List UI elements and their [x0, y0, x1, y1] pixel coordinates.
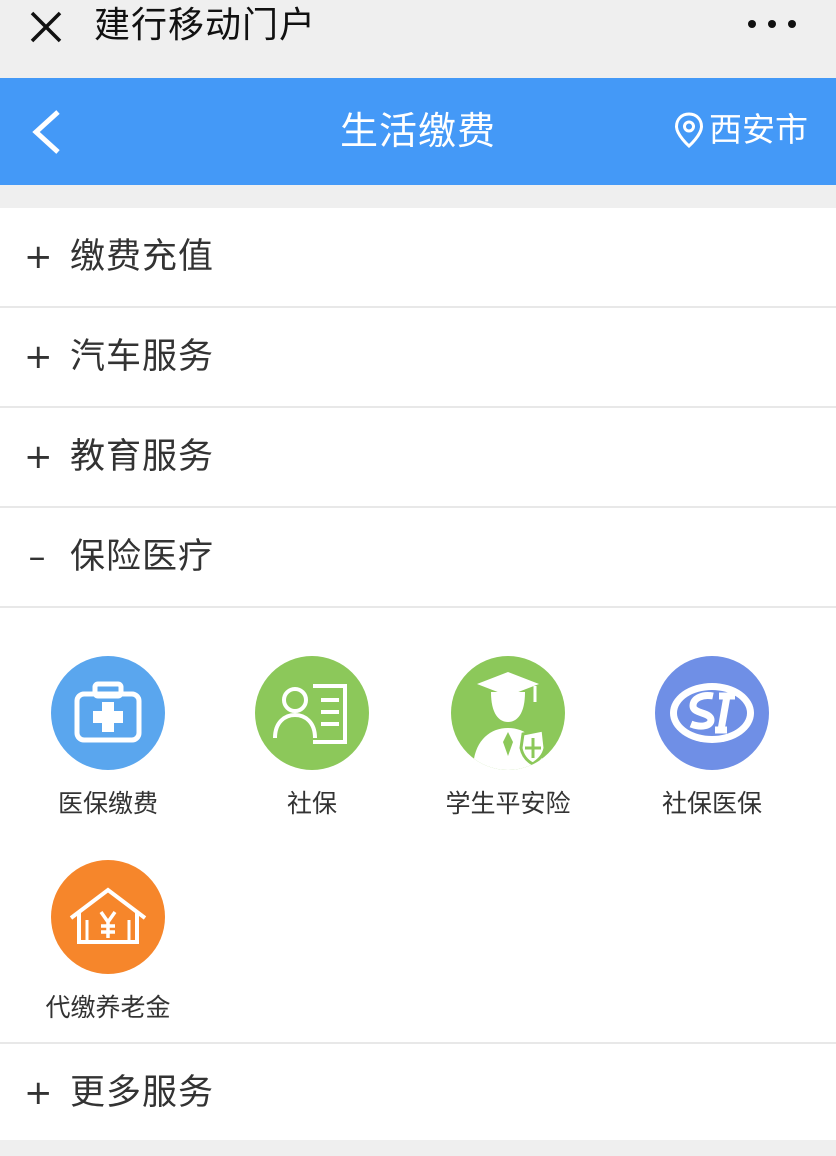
section-label: 保险医疗 — [70, 537, 215, 577]
section-row-education-service[interactable]: + 教育服务 — [0, 408, 836, 508]
close-icon[interactable] — [26, 7, 66, 47]
expand-plus-icon: + — [24, 437, 53, 477]
grid-item-medical-insurance-payment[interactable]: 医保缴费 — [4, 656, 212, 820]
wechat-title-bar: 建行移动门户 — [0, 0, 836, 78]
expand-plus-icon: + — [24, 337, 53, 377]
grid-item-social-security[interactable]: 社保 — [208, 656, 416, 820]
medical-kit-icon — [51, 656, 165, 770]
more-dots-icon[interactable] — [748, 14, 796, 34]
expand-plus-icon: + — [24, 237, 53, 277]
id-card-icon — [255, 656, 369, 770]
service-category-list: + 缴费充值 + 汽车服务 + 教育服务 – 保险医疗 医保缴费 社保 学生平安… — [0, 208, 836, 1142]
si-logo-icon — [655, 656, 769, 770]
section-label: 缴费充值 — [70, 237, 215, 277]
grid-item-pension-payment[interactable]: 代缴养老金 — [4, 860, 212, 1024]
wechat-page-title: 建行移动门户 — [94, 5, 317, 46]
grid-item-label: 医保缴费 — [57, 789, 158, 818]
grid-item-label: 社保 — [286, 789, 337, 818]
insurance-service-grid: 医保缴费 社保 学生平安险 社保医保 代缴养老金 — [0, 608, 836, 1044]
nav-bar: 生活缴费 西安市 — [0, 78, 836, 185]
page-bottom-background — [0, 1140, 836, 1156]
graduate-shield-icon — [451, 656, 565, 770]
expand-plus-icon: + — [24, 1073, 53, 1113]
section-row-car-service[interactable]: + 汽车服务 — [0, 308, 836, 408]
collapse-minus-icon: – — [28, 537, 46, 577]
house-yuan-icon — [51, 860, 165, 974]
section-label: 汽车服务 — [70, 337, 215, 377]
location-pin-icon — [674, 112, 704, 148]
section-row-insurance-medical[interactable]: – 保险医疗 — [0, 508, 836, 608]
grid-item-student-insurance[interactable]: 学生平安险 — [404, 656, 612, 820]
grid-item-label: 代缴养老金 — [45, 993, 171, 1022]
location-selector[interactable]: 西安市 — [673, 110, 808, 150]
grid-item-social-medical-insurance[interactable]: 社保医保 — [608, 656, 816, 820]
section-label: 教育服务 — [70, 437, 215, 477]
section-row-payment-recharge[interactable]: + 缴费充值 — [0, 208, 836, 308]
city-label: 西安市 — [709, 110, 808, 149]
grid-item-label: 社保医保 — [661, 789, 762, 818]
grid-item-label: 学生平安险 — [445, 789, 571, 818]
section-row-more-services[interactable]: + 更多服务 — [0, 1044, 836, 1142]
section-label: 更多服务 — [70, 1073, 215, 1113]
